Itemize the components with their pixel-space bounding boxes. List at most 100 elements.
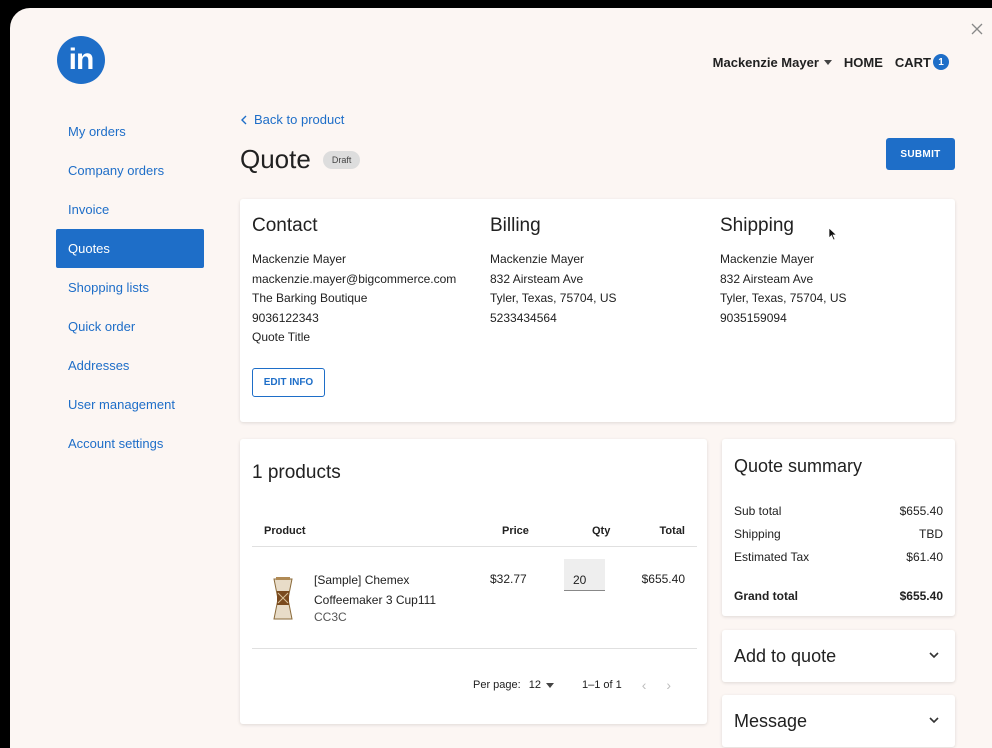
close-icon[interactable] xyxy=(970,22,984,36)
chevron-left-icon xyxy=(241,115,247,124)
caret-down-icon xyxy=(823,59,832,65)
sidebar-item-label: Account settings xyxy=(68,436,164,451)
sidebar: My orders Company orders Invoice Quotes … xyxy=(56,112,204,463)
contact-section: Contact Mackenzie Mayer mackenzie.mayer@… xyxy=(252,215,456,348)
sidebar-item-account-settings[interactable]: Account settings xyxy=(56,424,204,463)
sidebar-item-addresses[interactable]: Addresses xyxy=(56,346,204,385)
per-page-label: Per page: xyxy=(473,679,521,691)
chevron-right-icon[interactable]: › xyxy=(666,677,671,693)
sidebar-item-label: User management xyxy=(68,397,175,412)
billing-name: Mackenzie Mayer xyxy=(490,252,585,266)
cart-label: CART xyxy=(894,54,931,70)
contact-phone: 9036122343 xyxy=(252,310,319,325)
billing-phone: 5233434564 xyxy=(490,310,557,325)
sidebar-item-label: Company orders xyxy=(68,163,165,178)
top-navigation: Mackenzie Mayer HOME CART 1 xyxy=(713,54,949,70)
table-header: Product Price Qty Total xyxy=(252,517,697,547)
product-name[interactable]: [Sample] Chemex Coffeemaker 3 Cup111 xyxy=(314,570,464,610)
product-price: $32.77 xyxy=(490,572,527,586)
chevron-left-icon[interactable]: ‹ xyxy=(642,677,647,693)
column-header-qty: Qty xyxy=(592,525,611,537)
sidebar-item-label: Quotes xyxy=(68,241,110,256)
chevron-down-icon xyxy=(929,717,939,724)
cart-count-badge: 1 xyxy=(933,54,949,70)
table-row: [Sample] Chemex Coffeemaker 3 Cup111 CC3… xyxy=(252,547,697,649)
status-badge: Draft xyxy=(322,150,361,169)
contact-name: Mackenzie Mayer xyxy=(252,252,347,266)
grand-total-row: Grand total $655.40 xyxy=(734,589,943,603)
sidebar-item-user-management[interactable]: User management xyxy=(56,385,204,424)
sub-total-row: Sub total $655.40 xyxy=(734,504,943,518)
billing-city: Tyler, Texas, 75704, US xyxy=(490,291,617,305)
per-page-select[interactable]: 12 xyxy=(529,679,554,691)
column-header-total: Total xyxy=(659,525,685,537)
shipping-row: Shipping TBD xyxy=(734,527,943,541)
back-to-product-link[interactable]: Back to product xyxy=(240,112,344,127)
shipping-name: Mackenzie Mayer xyxy=(720,252,815,266)
add-to-quote-label: Add to quote xyxy=(734,646,837,666)
shipping-street: 832 Airsteam Ave xyxy=(720,271,814,286)
grand-total-value: $655.40 xyxy=(899,589,943,603)
shipping-value: TBD xyxy=(919,527,943,541)
sidebar-item-label: Addresses xyxy=(68,358,130,373)
column-header-price: Price xyxy=(502,525,529,537)
caret-down-icon xyxy=(545,682,554,688)
sidebar-item-label: My orders xyxy=(68,124,126,139)
sidebar-item-label: Invoice xyxy=(68,202,110,217)
product-image xyxy=(273,577,293,620)
sub-total-value: $655.40 xyxy=(899,504,943,518)
billing-street: 832 Airsteam Ave xyxy=(490,271,584,286)
quote-summary-heading: Quote summary xyxy=(734,456,863,476)
mouse-cursor-icon xyxy=(828,227,838,241)
contact-billing-shipping-card: Contact Mackenzie Mayer mackenzie.mayer@… xyxy=(240,199,955,422)
submit-button[interactable]: SUBMIT xyxy=(886,138,955,170)
sidebar-item-label: Quick order xyxy=(68,319,136,334)
tax-label: Estimated Tax xyxy=(734,550,810,564)
logo-text: in xyxy=(68,43,95,76)
products-heading: 1 products xyxy=(252,462,341,483)
message-accordion[interactable]: Message xyxy=(722,695,955,747)
page-title: Quote xyxy=(240,144,311,174)
shipping-phone: 9035159094 xyxy=(720,310,787,325)
sidebar-item-quick-order[interactable]: Quick order xyxy=(56,307,204,346)
products-card: 1 products Product Price Qty Total [Samp… xyxy=(240,439,707,724)
title-row: Quote Draft xyxy=(240,144,361,175)
sidebar-item-quotes[interactable]: Quotes xyxy=(56,229,204,268)
sidebar-item-my-orders[interactable]: My orders xyxy=(56,112,204,151)
shipping-city: Tyler, Texas, 75704, US xyxy=(720,291,847,305)
message-label: Message xyxy=(734,711,808,731)
edit-info-button[interactable]: EDIT INFO xyxy=(252,368,325,397)
contact-company: The Barking Boutique xyxy=(252,291,368,305)
sub-total-label: Sub total xyxy=(734,504,782,518)
sidebar-item-shopping-lists[interactable]: Shopping lists xyxy=(56,268,204,307)
chevron-down-icon xyxy=(929,652,939,659)
product-total: $655.40 xyxy=(641,572,685,586)
per-page-value: 12 xyxy=(528,679,541,691)
contact-quote-title: Quote Title xyxy=(252,330,311,344)
pagination-range: 1–1 of 1 xyxy=(581,679,622,691)
sidebar-item-invoice[interactable]: Invoice xyxy=(56,190,204,229)
quote-summary-card: Quote summary Sub total $655.40 Shipping… xyxy=(722,439,955,616)
home-link[interactable]: HOME xyxy=(844,55,883,70)
shipping-label: Shipping xyxy=(734,527,781,541)
user-name: Mackenzie Mayer xyxy=(712,54,819,70)
contact-heading: Contact xyxy=(252,215,318,236)
back-label: Back to product xyxy=(254,112,345,127)
column-header-product: Product xyxy=(264,525,306,537)
grand-total-label: Grand total xyxy=(734,589,799,603)
sidebar-item-company-orders[interactable]: Company orders xyxy=(56,151,204,190)
user-menu[interactable]: Mackenzie Mayer xyxy=(713,55,832,70)
billing-heading: Billing xyxy=(490,215,541,236)
product-sku: CC3C xyxy=(314,610,347,624)
cart-link[interactable]: CART 1 xyxy=(895,54,949,70)
contact-email: mackenzie.mayer@bigcommerce.com xyxy=(252,271,457,286)
company-logo[interactable]: in xyxy=(57,36,105,84)
quantity-input[interactable] xyxy=(564,559,605,591)
app-window: in Mackenzie Mayer HOME CART 1 My orders… xyxy=(10,8,992,748)
tax-value: $61.40 xyxy=(906,550,943,564)
add-to-quote-accordion[interactable]: Add to quote xyxy=(722,630,955,682)
tax-row: Estimated Tax $61.40 xyxy=(734,550,943,564)
pagination: Per page: 12 1–1 of 1 ‹ › xyxy=(473,677,671,693)
sidebar-item-label: Shopping lists xyxy=(68,280,149,295)
billing-section: Billing Mackenzie Mayer 832 Airsteam Ave… xyxy=(490,215,617,328)
